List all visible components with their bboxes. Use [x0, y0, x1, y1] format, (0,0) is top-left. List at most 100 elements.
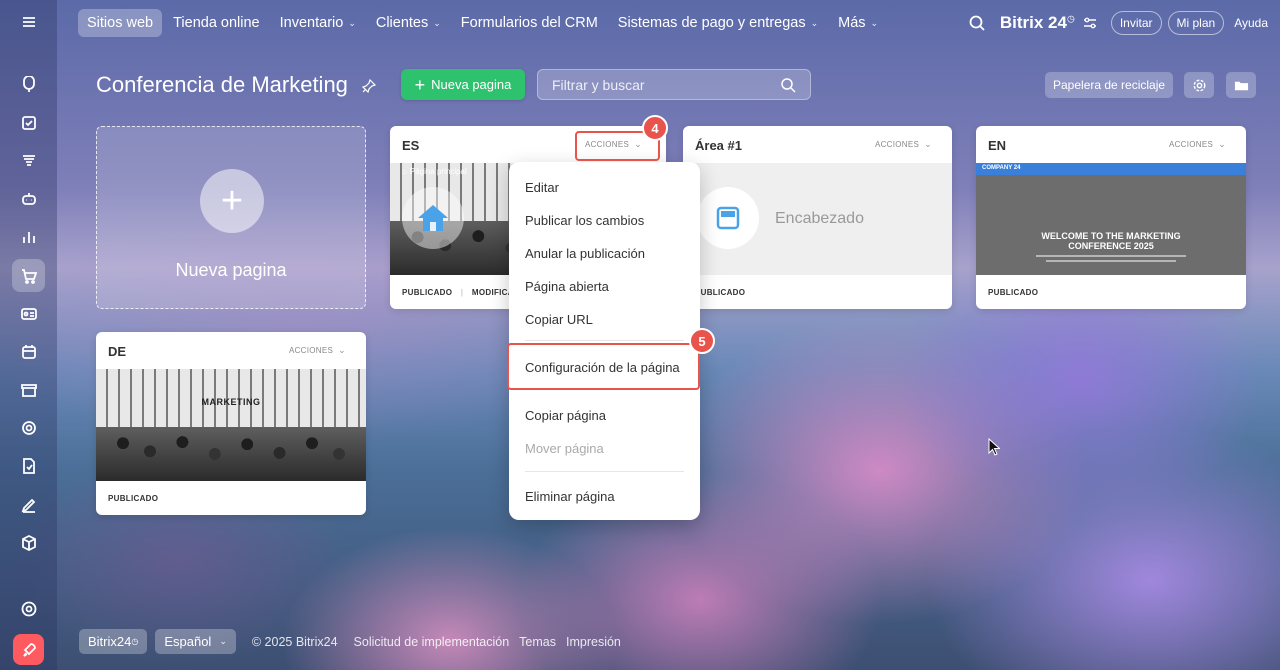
menu-item-editar[interactable]: Editar: [525, 180, 559, 195]
home-icon: ⌂: [402, 167, 407, 176]
footer-link-implementation[interactable]: Solicitud de implementación: [354, 635, 510, 649]
chat-icon[interactable]: [12, 68, 45, 101]
card-thumbnail[interactable]: COMPANY 24 WELCOME TO THE MARKETING CONF…: [976, 163, 1246, 275]
step-badge-5: 5: [689, 328, 715, 354]
brand-logo[interactable]: Bitrix 24◷: [1000, 13, 1075, 33]
menu-item-eliminar-pagina[interactable]: Eliminar página: [525, 489, 615, 504]
header-block-icon: [716, 206, 740, 230]
box-icon[interactable]: [12, 526, 45, 559]
block-label: Encabezado: [775, 210, 864, 227]
header-block-badge: [697, 187, 759, 249]
menu-item-copiar-pagina[interactable]: Copiar página: [525, 408, 606, 423]
status-badge: PUBLICADO: [988, 288, 1039, 297]
nav-item-formularios-crm[interactable]: Formularios del CRM: [452, 9, 607, 37]
home-badge: [402, 187, 464, 249]
menu-item-pagina-abierta[interactable]: Página abierta: [525, 279, 609, 294]
tasks-icon[interactable]: [12, 106, 45, 139]
search-icon[interactable]: [968, 14, 986, 32]
card-actions-button[interactable]: ACCIONES ⌄: [1169, 139, 1226, 150]
actions-dropdown-menu: Editar Publicar los cambios Anular la pu…: [509, 162, 700, 520]
thumb-text-line: [1046, 260, 1176, 262]
help-button[interactable]: Ayuda: [1230, 12, 1272, 34]
menu-item-copiar-url[interactable]: Copiar URL: [525, 312, 593, 327]
footer-link-themes[interactable]: Temas: [519, 635, 556, 649]
page-card-en[interactable]: EN ACCIONES ⌄ COMPANY 24 WELCOME TO THE M…: [976, 126, 1246, 309]
status-badge: PUBLICADO | MODIFICADO: [402, 288, 527, 297]
store-icon[interactable]: [12, 373, 45, 406]
card-actions-button[interactable]: ACCIONES ⌄: [875, 139, 932, 150]
clock-icon: ◷: [1066, 13, 1075, 24]
language-selector[interactable]: Español ⌄: [155, 629, 236, 654]
recycle-bin-button[interactable]: Papelera de reciclaje: [1045, 72, 1174, 98]
status-badge: PUBLICADO: [695, 288, 746, 297]
card-actions-button[interactable]: ACCIONES ⌄: [585, 139, 642, 150]
clock-icon: ◷: [131, 637, 139, 646]
new-page-card-label: Nueva pagina: [175, 260, 287, 280]
chevron-down-icon: ⌄: [1218, 139, 1226, 149]
card-title: Área #1: [695, 138, 742, 153]
nav-item-tienda-online[interactable]: Tienda online: [164, 9, 269, 37]
card-thumbnail[interactable]: Encabezado: [683, 163, 952, 275]
robot-icon[interactable]: [12, 182, 45, 215]
nav-item-mas[interactable]: Más ⌄: [829, 9, 887, 37]
rocket-icon[interactable]: [13, 634, 44, 665]
plus-icon: +: [414, 74, 426, 95]
folder-icon: [1234, 81, 1248, 90]
invite-button[interactable]: Invitar: [1110, 11, 1162, 35]
chevron-down-icon: ⌄: [433, 17, 441, 28]
thumb-text-line: [1036, 255, 1186, 257]
menu-item-anular-publicacion[interactable]: Anular la publicación: [525, 246, 645, 261]
home-icon: [418, 205, 448, 231]
menu-item-mover-pagina: Mover página: [525, 441, 604, 456]
left-sidebar: [0, 0, 57, 670]
status-badge: PUBLICADO: [108, 494, 159, 503]
new-page-card[interactable]: + Nueva pagina: [96, 126, 366, 309]
step-badge-4: 4: [642, 115, 668, 141]
menu-divider: [525, 340, 684, 341]
menu-icon[interactable]: [12, 5, 45, 38]
pen-icon[interactable]: [12, 488, 45, 521]
footer-link-imprint[interactable]: Impresión: [566, 635, 621, 649]
plus-icon: +: [220, 180, 244, 222]
document-sign-icon[interactable]: [12, 449, 45, 482]
new-page-button[interactable]: + Nueva pagina: [401, 69, 525, 100]
card-actions-button[interactable]: ACCIONES ⌄: [289, 345, 346, 356]
calendar-icon[interactable]: [12, 335, 45, 368]
contact-card-icon[interactable]: [12, 297, 45, 330]
nav-item-sistemas-pago[interactable]: Sistemas de pago y entregas ⌄: [609, 9, 827, 37]
nav-item-inventario[interactable]: Inventario ⌄: [271, 9, 365, 37]
footer-brand-button[interactable]: Bitrix24 ◷: [79, 629, 148, 654]
thumb-header-bar: COMPANY 24: [976, 163, 1246, 175]
chevron-down-icon: ⌄: [348, 17, 356, 28]
top-navigation: Sitios web Tienda online Inventario ⌄ Cli…: [57, 0, 1280, 46]
top-right-controls: Bitrix 24◷ Invitar Mi plan Ayuda: [968, 0, 1280, 46]
filter-search-box[interactable]: [537, 69, 811, 100]
chevron-down-icon: ⌄: [924, 139, 932, 149]
folder-button[interactable]: [1226, 72, 1256, 98]
my-plan-button[interactable]: Mi plan: [1167, 11, 1225, 35]
target-icon[interactable]: [12, 411, 45, 444]
menu-item-configuracion-pagina[interactable]: Configuración de la página: [525, 360, 680, 375]
card-thumbnail[interactable]: MARKETING: [96, 369, 366, 481]
mouse-cursor-icon: [988, 438, 1000, 456]
filter-search-input[interactable]: [552, 76, 772, 93]
pin-icon[interactable]: [362, 79, 376, 93]
chevron-down-icon: ⌄: [870, 17, 879, 28]
search-icon[interactable]: [780, 77, 796, 93]
funnel-icon[interactable]: [12, 144, 45, 177]
chevron-down-icon: ⌄: [634, 139, 642, 149]
nav-item-clientes[interactable]: Clientes ⌄: [367, 9, 450, 37]
settings-sliders-icon[interactable]: [1083, 16, 1097, 30]
nav-item-sitios-web[interactable]: Sitios web: [78, 9, 163, 37]
gear-icon[interactable]: [12, 592, 45, 625]
menu-divider: [525, 389, 684, 390]
settings-button[interactable]: [1184, 72, 1214, 98]
card-title: EN: [988, 138, 1007, 153]
page-card-area-1[interactable]: Área #1 ACCIONES ⌄ Encabezado PUBLICADO: [683, 126, 952, 309]
chevron-down-icon: ⌄: [338, 345, 346, 355]
analytics-icon[interactable]: [12, 220, 45, 253]
cart-icon[interactable]: [12, 259, 45, 292]
thumb-heading: WELCOME TO THE MARKETING CONFERENCE 2025: [1041, 231, 1181, 251]
menu-item-publicar-cambios[interactable]: Publicar los cambios: [525, 213, 644, 228]
page-card-de[interactable]: DE ACCIONES ⌄ MARKETING PUBLICADO: [96, 332, 366, 515]
